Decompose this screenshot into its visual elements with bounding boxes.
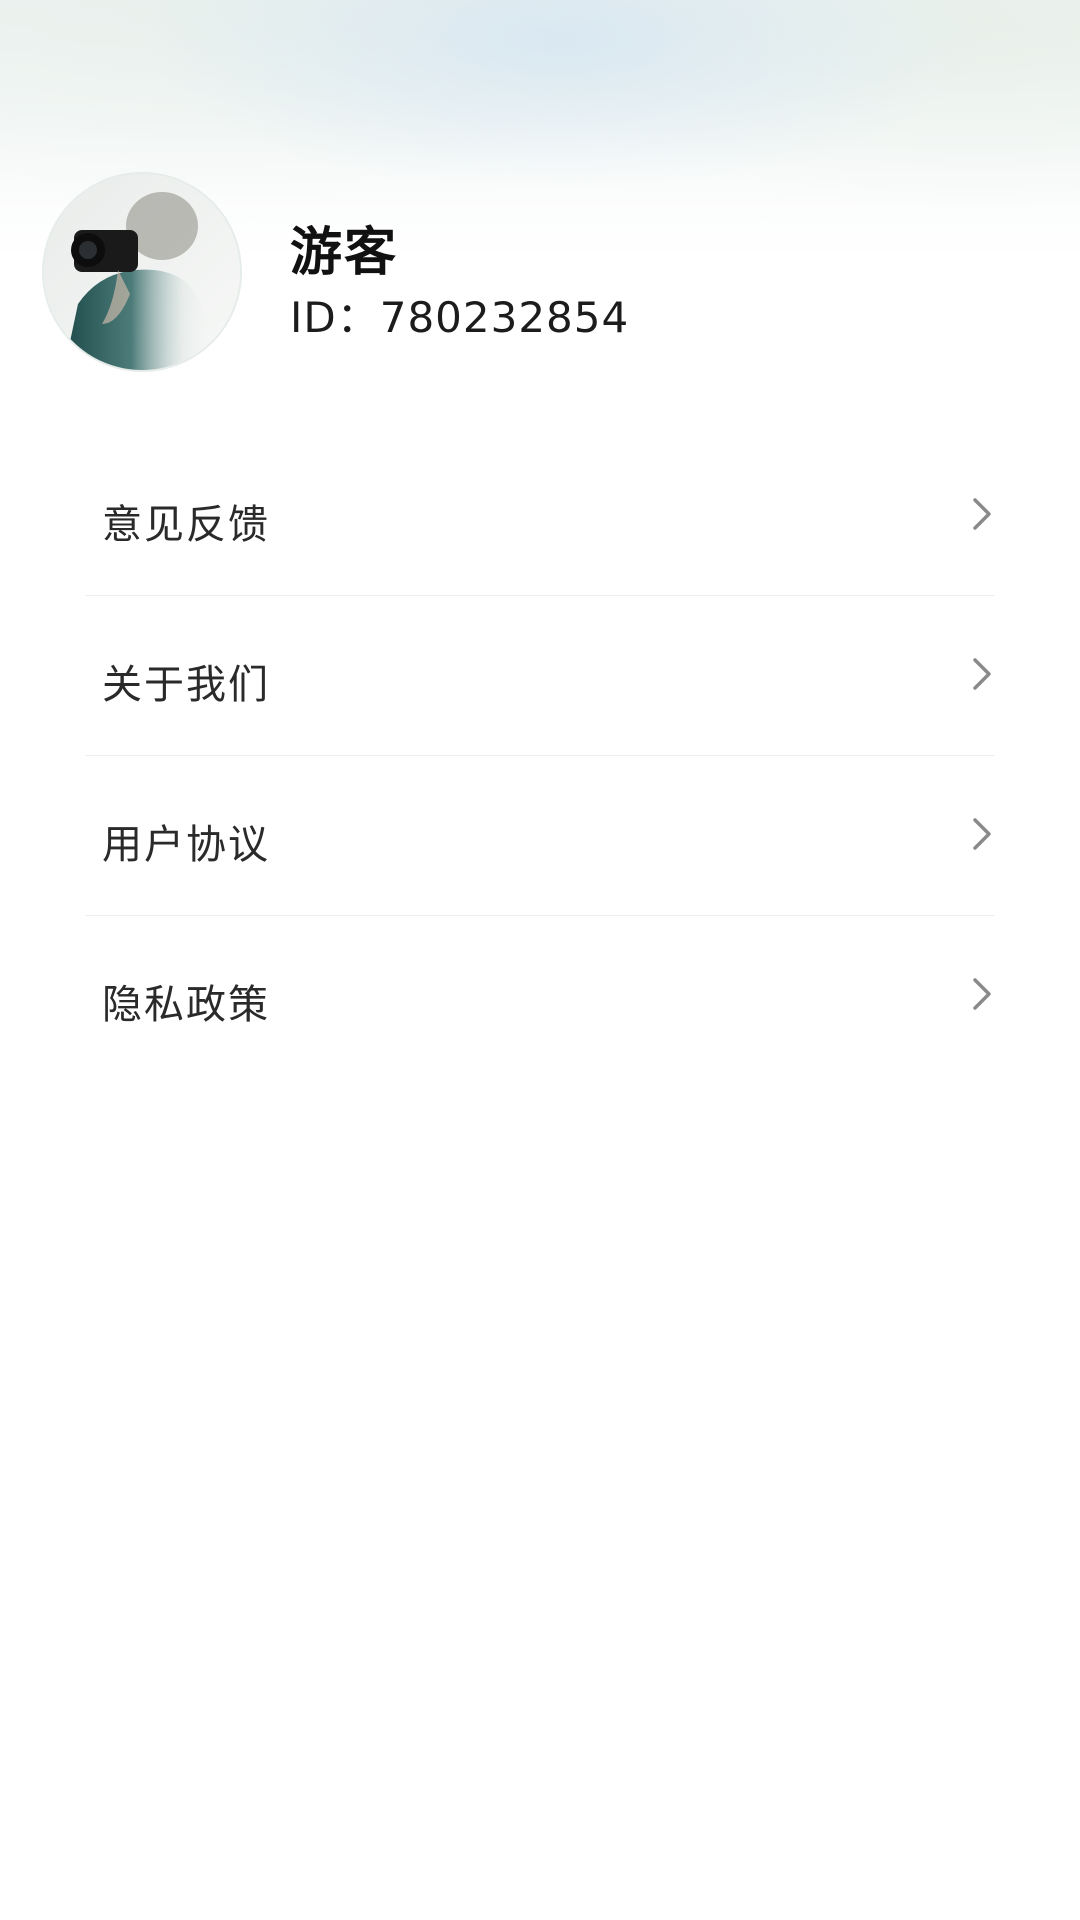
chevron-right-icon — [973, 978, 991, 1010]
photographer-avatar-image — [44, 174, 240, 370]
menu-item-privacy-policy[interactable]: 隐私政策 — [86, 916, 994, 1076]
chevron-right-icon — [973, 818, 991, 850]
chevron-right-icon — [973, 498, 991, 530]
profile-section: 游客 ID：780232854 — [0, 0, 1080, 380]
menu-item-user-agreement[interactable]: 用户协议 — [86, 756, 994, 916]
username: 游客 — [290, 223, 399, 283]
menu-item-label: 意见反馈 — [102, 502, 270, 548]
menu-item-label: 隐私政策 — [102, 982, 270, 1028]
avatar[interactable] — [44, 174, 240, 370]
menu-item-feedback[interactable]: 意见反馈 — [86, 436, 994, 596]
chevron-right-icon — [973, 658, 991, 690]
settings-menu: 意见反馈 关于我们 用户协议 隐私政策 — [86, 436, 994, 1076]
menu-item-label: 关于我们 — [102, 662, 270, 708]
user-id: ID：780232854 — [290, 293, 630, 342]
menu-item-label: 用户协议 — [102, 822, 270, 868]
menu-item-about-us[interactable]: 关于我们 — [86, 596, 994, 756]
